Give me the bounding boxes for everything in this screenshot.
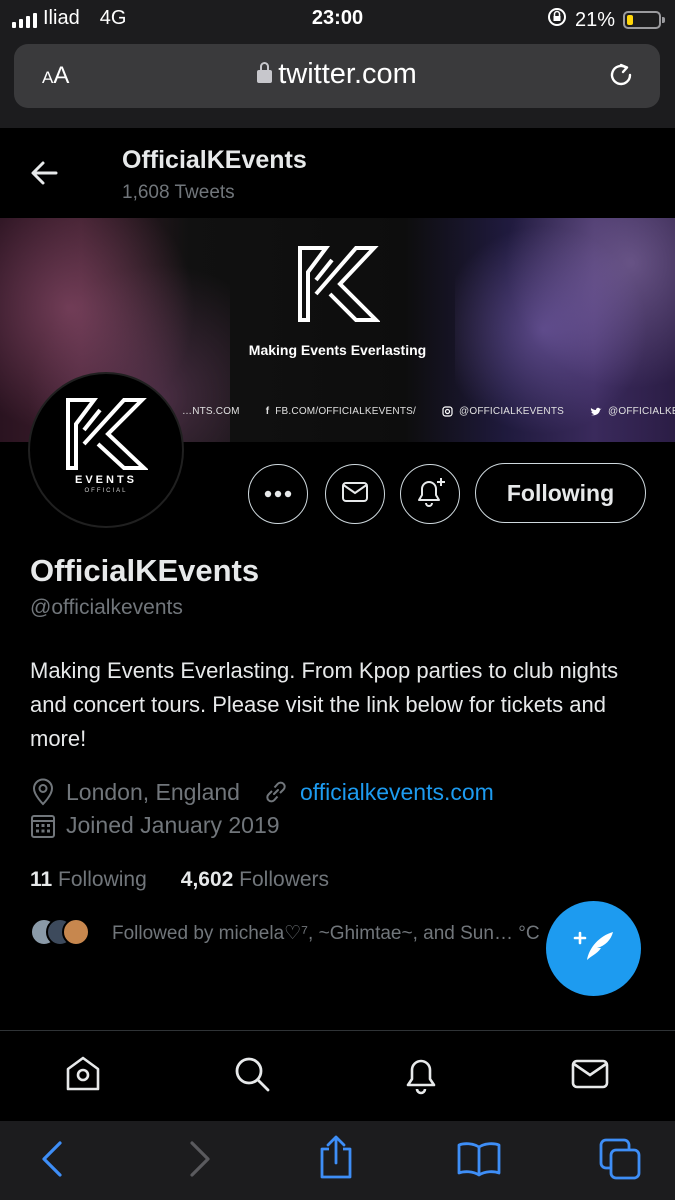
banner-k-logo [298,246,380,322]
profile-location: London, England [66,778,240,805]
profile-joined-date: Joined January 2019 [66,812,280,838]
back-icon[interactable] [38,1139,68,1184]
reload-icon[interactable] [606,60,636,95]
following-count: 11 [30,868,53,891]
bookmarks-icon[interactable] [456,1139,502,1184]
followers-label: Followers [239,868,330,891]
location-pin-icon [30,778,56,806]
banner-social-links: …NTS.COM f FB.COM/OFFICIALKEVENTS/ @OFFIC… [182,406,675,417]
battery-percent: 21% [574,8,615,31]
browser-toolbar [0,1121,675,1200]
instagram-icon [442,406,453,417]
search-icon[interactable] [231,1053,273,1100]
battery-icon [623,11,665,29]
following-label: Following [58,868,147,891]
avatar-text: EVENTS [74,474,137,486]
address-bar[interactable]: AA twitter.com [14,44,660,108]
bottom-navigation [0,1031,675,1121]
notify-button[interactable] [400,464,460,524]
profile-name: OfficialKEvents [30,553,260,588]
profile-bio: Making Events Everlasting. From Kpop par… [30,658,619,751]
messages-icon[interactable] [569,1053,611,1100]
avatar-subtext: OFFICIAL [84,488,128,494]
followers-count: 4,602 [180,868,234,891]
bell-plus-icon [413,476,447,513]
compose-feather-icon [571,926,617,971]
notifications-icon[interactable] [400,1053,442,1100]
back-arrow-icon[interactable] [30,160,58,191]
browser-top-bar: AA twitter.com [0,38,675,128]
orientation-lock-icon [547,7,567,33]
profile-handle: @officialkevents [30,596,183,619]
banner-twitter: @OFFICIALKEVENTS [590,406,675,417]
banner-instagram: @OFFICIALKEVENTS [442,406,564,417]
avatar[interactable]: EVENTS OFFICIAL [30,374,182,526]
compose-tweet-button[interactable] [546,901,641,996]
following-button[interactable]: Following [475,463,646,523]
status-right: 21% [547,7,665,33]
forward-icon[interactable] [184,1139,214,1184]
banner-facebook: f FB.COM/OFFICIALKEVENTS/ [265,406,416,417]
profile-meta-location-row: London, England officialkevents.com [30,778,494,806]
banner-website: …NTS.COM [182,406,240,417]
header-profile-name: OfficialKEvents [122,146,307,174]
banner-tagline: Making Events Everlasting [248,342,427,358]
home-icon[interactable] [62,1053,104,1100]
followers-stat[interactable]: 4,602 Followers [181,868,329,892]
more-options-button[interactable] [248,464,308,524]
calendar-icon [30,813,56,839]
more-icon [263,485,293,503]
status-bar: Iliad 4G 23:00 21% [0,0,675,38]
follow-stats: 11 Following 4,602 Followers [30,868,329,892]
profile-website-link[interactable]: officialkevents.com [300,779,494,806]
avatar-k-logo [66,398,148,470]
follower-avatar [62,918,90,946]
tabs-icon[interactable] [598,1137,644,1186]
share-icon[interactable] [316,1133,356,1186]
profile-meta-joined-row: Joined January 2019 [30,812,280,839]
lock-icon [257,62,273,83]
envelope-icon [341,481,369,508]
profile-header: OfficialKEvents 1,608 Tweets [0,128,675,218]
header-tweet-count: 1,608 Tweets [122,182,235,203]
following-stat[interactable]: 11 Following [30,868,147,892]
url-text: twitter.com [278,58,417,90]
facebook-icon: f [265,406,270,417]
link-icon [262,779,290,805]
twitter-bird-icon [590,407,602,417]
url-display[interactable]: twitter.com [14,58,660,91]
message-button[interactable] [325,464,385,524]
